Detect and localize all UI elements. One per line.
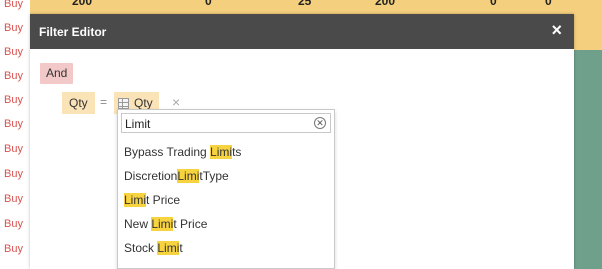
filter-editor-dialog: Filter Editor × And Qty = Qty × ✕ Bypass… [30, 14, 574, 269]
background-top-values: 200 0 25 200 0 0 [0, 0, 602, 8]
field-dropdown: ✕ Bypass Trading Limits DiscretionLimitT… [117, 109, 335, 269]
buy-label: Buy [4, 70, 23, 82]
condition-value-label: Qty [134, 96, 153, 110]
option-text: t Price [146, 193, 181, 207]
search-input[interactable] [125, 116, 305, 131]
buy-label: Buy [4, 22, 23, 34]
dropdown-option[interactable]: DiscretionLimitType [124, 169, 229, 183]
bg-value: 200 [375, 0, 396, 8]
option-text: Stock [124, 241, 158, 255]
background-side-column: Buy Buy Buy Buy Buy Buy Buy Buy Buy Buy … [0, 0, 30, 269]
option-match-highlight: Limi [177, 169, 200, 183]
field-grid-icon [118, 97, 129, 109]
option-text: Discretion [124, 169, 178, 183]
option-text: New [124, 217, 152, 231]
option-text: t [179, 241, 183, 255]
buy-label: Buy [4, 218, 23, 230]
buy-label: Buy [4, 168, 23, 180]
option-match-highlight: Limi [210, 145, 233, 159]
bg-value: 0 [490, 0, 497, 8]
dropdown-option[interactable]: Bypass Trading Limits [124, 145, 241, 159]
bg-value: 25 [298, 0, 312, 8]
bg-value: 0 [205, 0, 212, 8]
dialog-title: Filter Editor [39, 25, 107, 39]
dropdown-option[interactable]: New Limit Price [124, 217, 207, 231]
remove-condition-icon[interactable]: × [172, 94, 180, 110]
background-right-panel [574, 50, 602, 269]
option-match-highlight: Limi [157, 241, 180, 255]
bg-value: 200 [72, 0, 93, 8]
buy-label: Buy [4, 193, 23, 205]
dropdown-search-box: ✕ [121, 113, 331, 133]
group-operator-chip[interactable]: And [40, 63, 74, 84]
buy-label: Buy [4, 243, 23, 255]
buy-label: Buy [4, 94, 23, 106]
buy-label: Buy [4, 118, 23, 130]
condition-operator[interactable]: = [100, 95, 107, 109]
option-text: Bypass Trading [124, 145, 211, 159]
option-match-highlight: Limi [151, 217, 174, 231]
dialog-header: Filter Editor × [30, 14, 574, 49]
option-text: tType [199, 169, 229, 183]
bg-value: 0 [545, 0, 552, 8]
close-button[interactable]: × [551, 20, 562, 41]
dropdown-option[interactable]: Stock Limit [124, 241, 183, 255]
condition-field-chip[interactable]: Qty [62, 92, 95, 114]
option-text: ts [232, 145, 242, 159]
dropdown-option[interactable]: Limit Price [124, 193, 180, 207]
buy-label: Buy [4, 143, 23, 155]
background-right-header [574, 14, 602, 50]
clear-search-icon[interactable]: ✕ [314, 117, 326, 129]
option-text: t Price [173, 217, 208, 231]
option-match-highlight: Limi [124, 193, 147, 207]
buy-label: Buy [4, 46, 23, 58]
buy-label: Buy [4, 0, 23, 10]
